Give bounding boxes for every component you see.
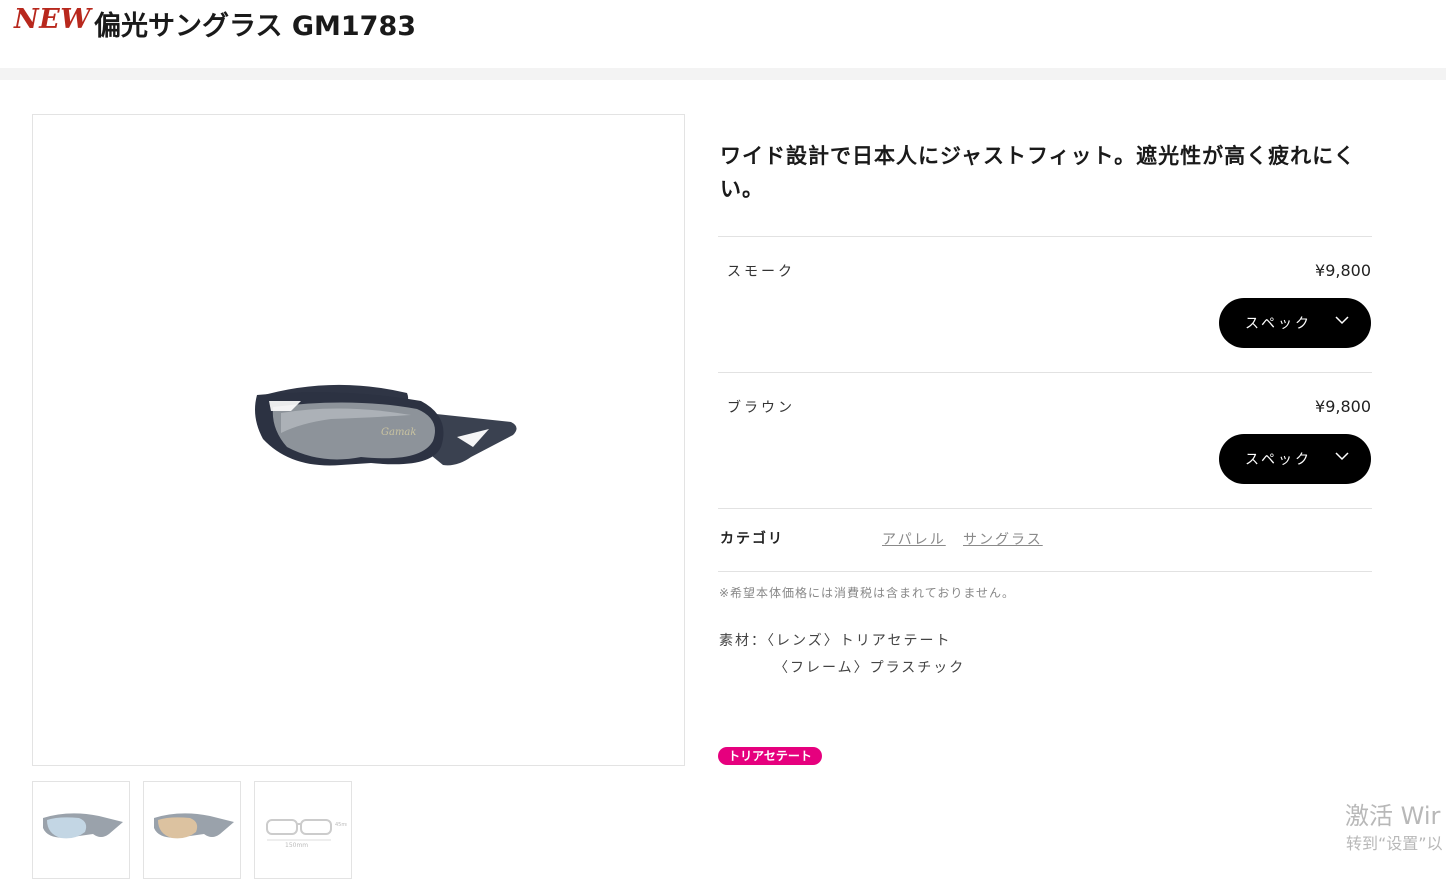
dimension-diagram-thumbnail: 150mm 45mm xyxy=(266,819,347,848)
page-header: NEW 偏光サングラス GM1783 xyxy=(0,0,1446,68)
divider xyxy=(718,236,1372,237)
divider xyxy=(718,372,1372,373)
dimension-width-label: 150mm xyxy=(285,842,308,848)
variant-name-brown: ブラウン xyxy=(727,400,795,416)
svg-text:Gamak: Gamak xyxy=(381,427,416,438)
sunglasses-brown-thumbnail xyxy=(154,813,234,839)
dimension-height-label: 45mm xyxy=(335,822,347,828)
material-tag-badge: トリアセテート xyxy=(718,747,822,765)
category-link-sunglasses[interactable]: サングラス xyxy=(963,529,1043,549)
spec-button-label: スペック xyxy=(1245,315,1313,331)
activation-watermark-sub: 转到“设置”以 xyxy=(1346,834,1443,853)
variant-price-brown: ¥9,800 xyxy=(1315,397,1371,416)
material-frame: 〈フレーム〉プラスチック xyxy=(774,660,966,676)
sunglasses-smoke-thumbnail xyxy=(43,813,123,839)
chevron-down-icon xyxy=(1335,316,1349,325)
category-link-apparel[interactable]: アパレル xyxy=(882,529,946,549)
category-label: カテゴリ xyxy=(720,531,784,547)
new-badge: NEW xyxy=(14,4,92,35)
divider xyxy=(718,508,1372,509)
header-divider xyxy=(0,68,1446,80)
product-description: ワイド設計で日本人にジャストフィット。遮光性が高く疲れにくい。 xyxy=(720,144,1356,201)
variant-price-smoke: ¥9,800 xyxy=(1315,261,1371,280)
main-product-image[interactable]: Gamak xyxy=(32,114,685,766)
thumbnail-dimensions[interactable]: 150mm 45mm xyxy=(254,781,352,879)
page-title: 偏光サングラス GM1783 xyxy=(94,11,417,42)
spec-button-smoke[interactable]: スペック xyxy=(1219,298,1371,348)
thumbnail-brown[interactable] xyxy=(143,781,241,879)
material-lens: 素材：〈レンズ〉トリアセテート xyxy=(719,633,952,649)
spec-button-label: スペック xyxy=(1245,451,1313,467)
tax-note: ※希望本体価格には消費税は含まれておりません。 xyxy=(719,586,1015,600)
sunglasses-main-image: Gamak xyxy=(255,384,517,466)
divider xyxy=(718,571,1372,572)
variant-name-smoke: スモーク xyxy=(727,264,795,280)
chevron-down-icon xyxy=(1335,452,1349,461)
thumbnail-smoke[interactable] xyxy=(32,781,130,879)
activation-watermark: 激活 Wir xyxy=(1345,802,1441,830)
spec-button-brown[interactable]: スペック xyxy=(1219,434,1371,484)
